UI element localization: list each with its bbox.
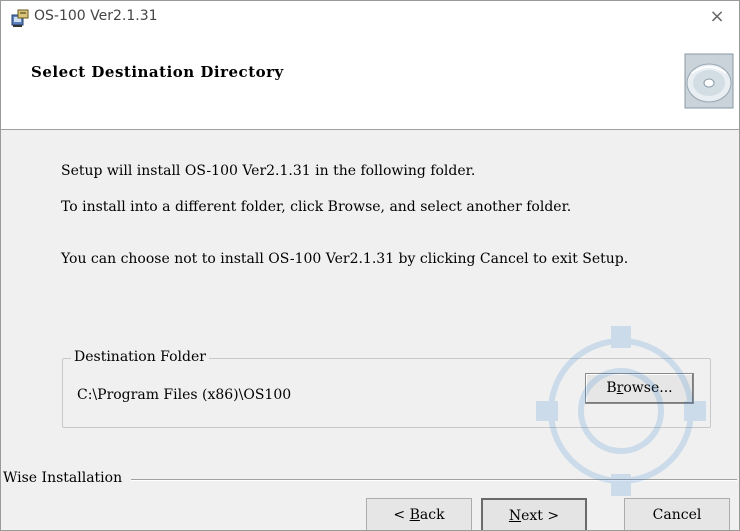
- page-header: Select Destination Directory: [1, 33, 739, 130]
- back-button[interactable]: < Back: [366, 498, 472, 530]
- cd-disc-icon: [684, 53, 734, 109]
- browse-label-post: owse...: [623, 380, 673, 396]
- footer-divider: [131, 479, 737, 481]
- window-title: OS-100 Ver2.1.31: [34, 8, 158, 24]
- close-button[interactable]: ×: [705, 5, 729, 29]
- install-info-text: Setup will install OS-100 Ver2.1.31 in t…: [61, 163, 476, 179]
- browse-instructions-text: To install into a different folder, clic…: [61, 199, 572, 215]
- browse-button[interactable]: Browse...: [585, 373, 694, 404]
- cancel-button[interactable]: Cancel: [624, 498, 730, 530]
- installer-window: OS-100 Ver2.1.31 × Select Destination Di…: [0, 0, 740, 531]
- next-label-accel: N: [508, 508, 522, 524]
- back-label-accel: B: [409, 507, 420, 523]
- close-icon: ×: [709, 6, 725, 27]
- setup-app-icon: [11, 9, 29, 27]
- title-bar[interactable]: OS-100 Ver2.1.31 ×: [1, 1, 739, 33]
- back-label-pre: <: [393, 507, 410, 523]
- next-label-post: ext >: [521, 508, 560, 524]
- destination-folder-label: Destination Folder: [71, 349, 209, 365]
- back-label-post: ack: [419, 507, 445, 523]
- next-button[interactable]: Next >: [481, 498, 587, 530]
- cancel-instructions-text: You can choose not to install OS-100 Ver…: [61, 251, 629, 267]
- page-title: Select Destination Directory: [31, 63, 284, 81]
- wise-installation-label: Wise Installation: [3, 470, 127, 486]
- destination-path: C:\Program Files (x86)\OS100: [77, 387, 292, 403]
- browse-label-pre: B: [606, 380, 617, 396]
